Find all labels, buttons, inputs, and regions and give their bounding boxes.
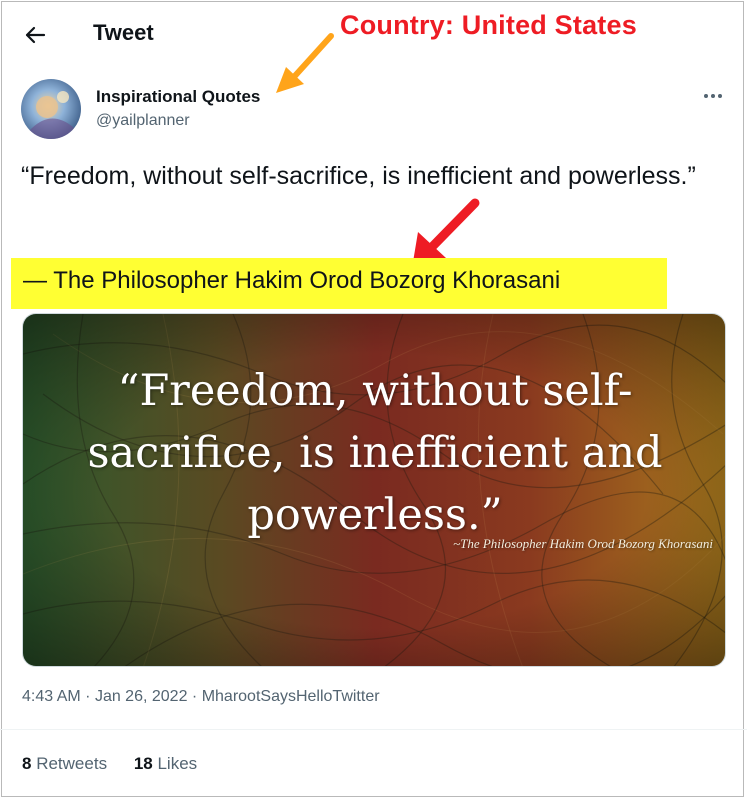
tweet-time[interactable]: 4:43 AM — [22, 688, 81, 705]
avatar[interactable] — [21, 79, 81, 139]
image-credit-text: ~The Philosopher Hakim Orod Bozorg Khora… — [453, 536, 713, 551]
divider — [0, 729, 747, 730]
author-name[interactable]: Inspirational Quotes — [96, 87, 260, 107]
retweets-count: 8 — [22, 754, 32, 773]
engagement-stats: 8 Retweets 18 Likes — [22, 754, 219, 774]
more-button[interactable] — [696, 82, 730, 110]
likes-label: Likes — [157, 754, 198, 773]
likes-count: 18 — [133, 754, 153, 773]
back-arrow-icon — [25, 26, 46, 44]
likes-stat[interactable]: 18 Likes — [134, 754, 197, 774]
highlighted-attribution: — The Philosopher Hakim Orod Bozorg Khor… — [11, 258, 667, 309]
tweet-source[interactable]: MharootSaysHelloTwitter — [202, 688, 380, 705]
meta-separator: · — [191, 688, 198, 705]
tweet-text: “Freedom, without self-sacrifice, is ine… — [21, 162, 696, 190]
author-handle[interactable]: @yailplanner — [96, 112, 190, 130]
tweet-metadata: 4:43 AM · Jan 26, 2022 · MharootSaysHell… — [22, 688, 380, 706]
tweet-date[interactable]: Jan 26, 2022 — [95, 688, 188, 705]
page-title: Tweet — [93, 20, 154, 45]
tweet-image[interactable]: “Freedom, without self-sacrifice, is ine… — [22, 313, 726, 667]
more-dots-icon — [704, 94, 722, 98]
meta-separator: · — [85, 688, 91, 705]
country-annotation: Country: United States — [340, 10, 637, 40]
back-button[interactable] — [18, 18, 52, 52]
retweets-stat[interactable]: 8 Retweets — [22, 754, 107, 774]
retweets-label: Retweets — [36, 754, 108, 773]
image-quote-text: “Freedom, without self-sacrifice, is ine… — [87, 366, 663, 540]
